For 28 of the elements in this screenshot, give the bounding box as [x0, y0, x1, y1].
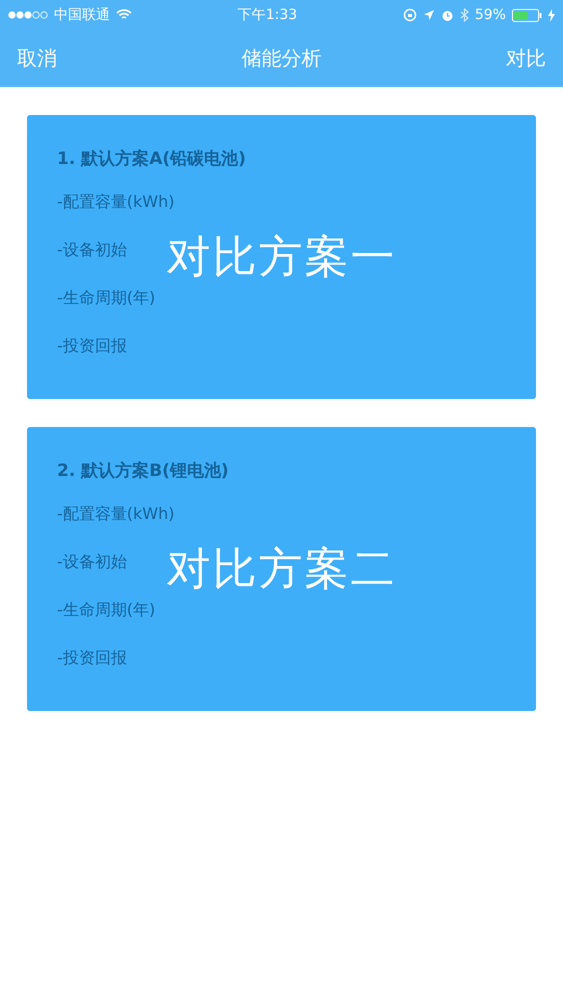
plan-card[interactable]: 2. 默认方案B(锂电池) -配置容量(kWh) -设备初始 -生命周期(年) -投资回报 对比方案二 — [27, 427, 536, 711]
battery-icon — [512, 8, 542, 22]
alarm-icon — [440, 8, 454, 22]
plan-row-label: -投资回报 — [57, 648, 127, 667]
charging-icon — [548, 8, 555, 22]
plan-row-label: -配置容量(kWh) — [57, 504, 174, 523]
compare-plan-label: 对比方案一 — [166, 230, 396, 284]
plan-row-label: -投资回报 — [57, 336, 127, 355]
rotation-lock-icon — [402, 8, 417, 22]
plan-row-label: -设备初始 — [57, 240, 127, 259]
cancel-button[interactable]: 取消 — [17, 45, 57, 72]
plan-row-label: -设备初始 — [57, 552, 127, 571]
compare-plan-label: 对比方案二 — [166, 542, 396, 596]
location-icon — [422, 9, 435, 21]
plan-row-label: -配置容量(kWh) — [57, 192, 174, 211]
signal-icon — [8, 11, 48, 19]
plan-card[interactable]: 1. 默认方案A(铅碳电池) -配置容量(kWh) -设备初始 -生命周期(年) -投资回报 对比方案一 — [27, 115, 536, 399]
plan-title: 1. 默认方案A(铅碳电池) — [57, 148, 247, 171]
compare-button[interactable]: 对比 — [506, 45, 546, 72]
plan-title: 2. 默认方案B(锂电池) — [57, 460, 230, 483]
plan-row-label: -生命周期(年) — [57, 600, 156, 619]
page-title: 储能分析 — [242, 45, 322, 72]
plan-row-label: -生命周期(年) — [57, 288, 156, 307]
wifi-icon — [116, 9, 132, 21]
carrier-name: 中国联通 — [54, 6, 110, 24]
bluetooth-icon — [460, 8, 469, 22]
battery-percent: 59% — [474, 7, 506, 23]
status-time: 下午1:33 — [238, 6, 298, 24]
